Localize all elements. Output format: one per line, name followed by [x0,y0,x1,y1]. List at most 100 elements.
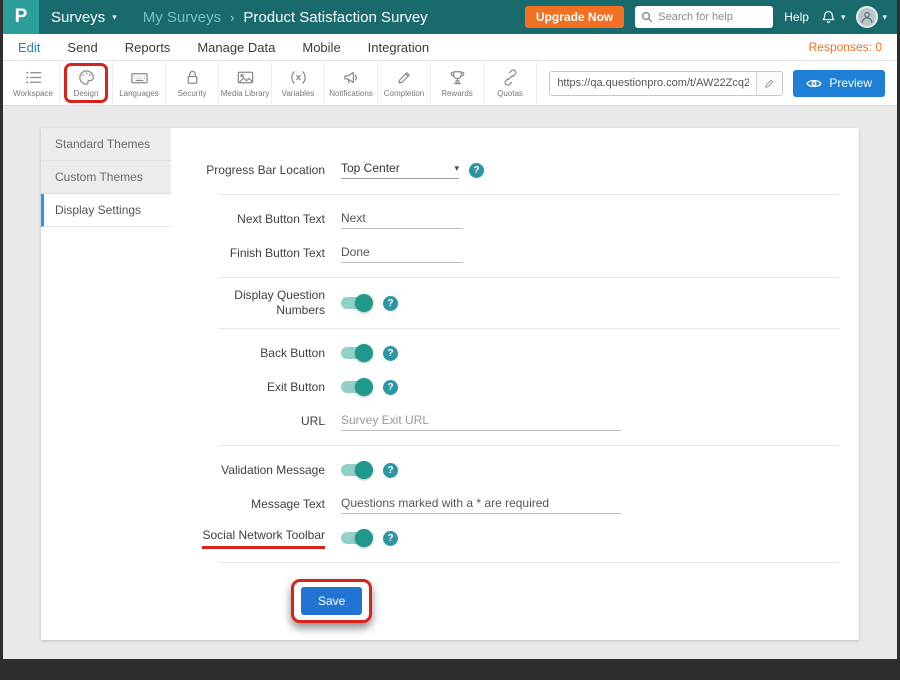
themes-sidebar: Standard Themes Custom Themes Display Se… [41,128,171,640]
eye-icon [806,78,822,89]
tab-mobile[interactable]: Mobile [302,40,340,55]
upgrade-now-button[interactable]: Upgrade Now [525,6,624,28]
field-label: Progress Bar Location [191,163,325,178]
section-divider [219,277,839,278]
tab-reports[interactable]: Reports [125,40,171,55]
section-divider [219,445,839,446]
toolbar-item-label: Design [74,89,99,98]
progress-bar-location-select[interactable]: Top Center ▾ [341,161,459,179]
help-link[interactable]: Help [784,10,809,24]
sidebar-item-custom-themes[interactable]: Custom Themes [41,161,171,194]
exit-button-row: Exit Button ? [191,373,839,401]
toolbar-item-variables[interactable]: Variables [272,61,325,105]
sidebar-item-standard-themes[interactable]: Standard Themes [41,128,171,161]
toolbar-item-design[interactable]: Design [60,61,113,105]
exit-url-input[interactable] [341,411,621,431]
toolbar-item-quotas[interactable]: Quotas [484,61,537,105]
toolbar-item-completion[interactable]: Completion [378,61,431,105]
logo-letter: P [15,6,28,28]
chevron-down-icon: ▾ [112,12,117,23]
account-menu[interactable]: ▾ [856,6,887,28]
validation-message-toggle[interactable] [341,462,373,478]
surveys-product-menu[interactable]: Surveys ▾ [51,9,117,26]
tab-send[interactable]: Send [67,40,97,55]
survey-menubar: Edit Send Reports Manage Data Mobile Int… [3,34,897,61]
help-icon[interactable]: ? [383,346,398,361]
toolbar-item-label: Languages [119,89,159,98]
save-button[interactable]: Save [301,587,362,615]
workspace-icon [24,68,43,87]
toolbar-item-label: Rewards [441,89,473,98]
help-icon[interactable]: ? [383,531,398,546]
social-network-toolbar-toggle[interactable] [341,530,373,546]
back-button-toggle[interactable] [341,345,373,361]
design-icon [77,68,96,87]
display-settings-form: Progress Bar Location Top Center ▾ ? Nex… [171,128,859,640]
product-label: Surveys [51,9,105,26]
finish-button-text-input[interactable] [341,243,463,263]
questionpro-logo[interactable]: P [3,0,39,34]
help-icon[interactable]: ? [469,163,484,178]
edit-toolbar: Workspace Design Language [3,61,897,106]
tab-integration[interactable]: Integration [368,40,429,55]
top-header: P Surveys ▾ My Surveys › Product Satisfa… [3,0,897,34]
social-network-toolbar-row: Social Network Toolbar ? [191,524,839,552]
survey-url-input[interactable] [550,77,756,89]
annotation-box-save: Save [291,579,372,623]
responses-count[interactable]: Responses: 0 [809,40,882,54]
toolbar-item-label: Quotas [497,89,523,98]
pencil-icon [763,77,776,90]
header-actions: Upgrade Now Help ▾ [525,6,897,28]
notifications-menu[interactable]: ▾ [820,9,846,26]
chevron-down-icon: ▾ [454,163,459,174]
display-question-numbers-row: Display Question Numbers ? [191,288,839,318]
image-icon [236,68,255,87]
next-button-text-input[interactable] [341,209,463,229]
help-search-box[interactable] [635,6,773,28]
tab-manage-data[interactable]: Manage Data [197,40,275,55]
avatar [856,6,878,28]
breadcrumb-separator-icon: › [230,10,234,25]
finish-button-text-row: Finish Button Text [191,239,839,267]
toolbar-item-languages[interactable]: Languages [113,61,166,105]
help-icon[interactable]: ? [383,380,398,395]
toolbar-item-label: Variables [282,89,315,98]
variables-icon [289,68,308,87]
next-button-text-row: Next Button Text [191,205,839,233]
toolbar-item-security[interactable]: Security [166,61,219,105]
section-divider [219,194,839,195]
display-question-numbers-toggle[interactable] [341,295,373,311]
toolbar-item-workspace[interactable]: Workspace [7,61,60,105]
toolbar-item-notifications[interactable]: Notifications [325,61,378,105]
help-icon[interactable]: ? [383,296,398,311]
toolbar-item-media-library[interactable]: Media Library [219,61,272,105]
search-input[interactable] [658,11,767,23]
bell-icon [820,9,837,26]
annotation-underline-social: Social Network Toolbar [202,528,325,549]
breadcrumb-my-surveys[interactable]: My Surveys [143,9,221,26]
toolbar-right: Preview [549,61,897,105]
message-text-input[interactable] [341,494,621,514]
field-label: Display Question Numbers [191,288,325,318]
field-label: URL [191,414,325,429]
sidebar-item-display-settings[interactable]: Display Settings [41,194,171,227]
megaphone-icon [342,68,361,87]
toolbar-item-rewards[interactable]: Rewards [431,61,484,105]
preview-button[interactable]: Preview [793,70,885,97]
exit-button-toggle[interactable] [341,379,373,395]
survey-url-box [549,71,783,96]
chevron-down-icon: ▾ [882,12,887,23]
back-button-row: Back Button ? [191,339,839,367]
main-area: Standard Themes Custom Themes Display Se… [3,106,897,659]
edit-url-button[interactable] [756,72,782,95]
help-icon[interactable]: ? [383,463,398,478]
toolbar-item-label: Media Library [221,89,269,98]
display-settings-card: Standard Themes Custom Themes Display Se… [41,128,859,640]
tab-edit[interactable]: Edit [18,40,40,55]
search-icon [641,11,653,23]
preview-label: Preview [829,76,872,90]
field-label: Message Text [191,497,325,512]
toolbar-item-label: Workspace [13,89,53,98]
pencil-icon [395,68,414,87]
field-label: Back Button [191,346,325,361]
